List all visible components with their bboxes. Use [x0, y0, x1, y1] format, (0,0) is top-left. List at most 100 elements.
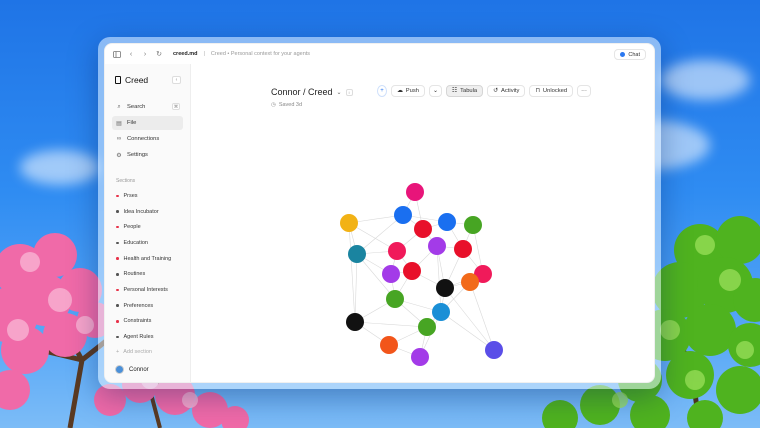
section-item[interactable]: People: [116, 219, 183, 235]
graph-node[interactable]: [464, 216, 482, 234]
graph-edge: [348, 222, 356, 323]
main-content: Connor / Creed ⌄ i ◷ Saved 3d + ☁ Push ⌄…: [191, 64, 654, 382]
section-dot: [116, 210, 119, 213]
chat-bubble-icon: [620, 52, 626, 57]
link-icon: ∞: [116, 136, 122, 142]
app-window: ‹ › ↻ creed.md | Creed • Personal contex…: [98, 37, 661, 389]
section-item[interactable]: Preferences: [116, 298, 183, 314]
section-label: Idea Incubator: [123, 208, 159, 215]
section-label: Personal Interests: [123, 286, 168, 293]
search-icon: ⌕: [117, 103, 121, 110]
graph-node[interactable]: [406, 183, 424, 201]
graph-node[interactable]: [394, 206, 412, 224]
sidebar-item-label: Settings: [127, 152, 148, 158]
section-item[interactable]: Agent Rules: [116, 329, 183, 345]
section-dot: [116, 320, 119, 323]
section-item[interactable]: Routines: [116, 266, 183, 282]
sections-list: Prses Idea Incubator People Education He…: [116, 188, 183, 360]
section-dot: [116, 335, 119, 339]
graph-node[interactable]: [346, 313, 364, 331]
shortcut-badge: ⌘: [172, 103, 180, 110]
section-dot: [116, 257, 119, 260]
section-item[interactable]: Personal Interests: [116, 282, 183, 298]
section-item[interactable]: Constraints: [116, 314, 183, 330]
knowledge-graph[interactable]: [191, 64, 655, 383]
user-name: Connor: [129, 366, 149, 373]
graph-node[interactable]: [485, 341, 503, 359]
brand[interactable]: Creed: [115, 75, 148, 85]
brand-name: Creed: [125, 75, 149, 85]
sidebar-item-settings[interactable]: ⚙ Settings: [112, 148, 183, 162]
section-dot: [116, 273, 119, 276]
graph-node[interactable]: [432, 303, 450, 321]
collapse-sidebar-button[interactable]: ‹: [172, 76, 181, 84]
add-section-button[interactable]: + Add section: [116, 345, 183, 360]
sidebar-item-search[interactable]: ⌕ Search ⌘: [112, 100, 183, 114]
refresh-icon[interactable]: ↻: [155, 50, 163, 58]
section-item[interactable]: Idea Incubator: [116, 204, 183, 220]
graph-nodes: [340, 183, 503, 366]
graph-node[interactable]: [388, 242, 406, 260]
graph-node[interactable]: [461, 273, 479, 291]
sidebar-item-label: Search: [127, 104, 146, 110]
breadcrumb-separator: |: [203, 51, 205, 57]
file-icon: ▤: [116, 120, 122, 127]
section-dot: [116, 225, 119, 229]
sidebar-item-file[interactable]: ▤ File: [112, 116, 183, 130]
section-dot: [116, 241, 119, 245]
app-window-content: ‹ › ↻ creed.md | Creed • Personal contex…: [104, 43, 655, 383]
sidebar-item-label: Connections: [127, 136, 160, 142]
section-label: Constraints: [123, 318, 152, 325]
chat-button-label: Chat: [628, 51, 640, 58]
section-label: People: [123, 224, 141, 231]
chat-button[interactable]: Chat: [614, 49, 646, 60]
graph-node[interactable]: [386, 290, 404, 308]
section-item[interactable]: Education: [116, 235, 183, 251]
plus-icon: +: [116, 349, 120, 356]
section-dot: [116, 304, 119, 307]
section-label: Routines: [123, 271, 146, 278]
section-dot: [116, 194, 119, 198]
graph-edge: [469, 281, 495, 351]
graph-node[interactable]: [382, 265, 400, 283]
section-label: Health and Training: [123, 255, 172, 262]
graph-edge: [440, 311, 495, 351]
forward-arrow-icon[interactable]: ›: [141, 50, 149, 58]
graph-node[interactable]: [411, 348, 429, 366]
graph-edge: [354, 321, 428, 328]
graph-edge: [444, 287, 495, 351]
avatar: [115, 365, 124, 374]
section-item[interactable]: Health and Training: [116, 251, 183, 267]
graph-node[interactable]: [340, 214, 358, 232]
section-label: Education: [123, 239, 148, 246]
section-item[interactable]: Prses: [116, 188, 183, 204]
graph-node[interactable]: [438, 213, 456, 231]
section-label: Prses: [123, 192, 138, 199]
sidebar-nav: ⌕ Search ⌘ ▤ File ∞ Connections ⚙ Settin…: [112, 100, 183, 164]
sidebar-item-label: File: [127, 120, 137, 126]
user-profile[interactable]: Connor: [115, 365, 149, 374]
section-label: Agent Rules: [123, 334, 154, 341]
sections-heading: Sections: [116, 178, 136, 184]
file-name: creed.md: [173, 51, 198, 57]
section-label: Preferences: [123, 302, 154, 309]
graph-node[interactable]: [348, 245, 366, 263]
creed-logo-icon: [115, 76, 121, 84]
graph-node[interactable]: [403, 262, 421, 280]
gear-icon: ⚙: [116, 152, 122, 159]
graph-node[interactable]: [414, 220, 432, 238]
sidebar: Creed ‹ ⌕ Search ⌘ ▤ File ∞ Connections: [105, 64, 191, 382]
back-arrow-icon[interactable]: ‹: [127, 50, 135, 58]
add-section-label: Add section: [123, 349, 152, 356]
graph-node[interactable]: [418, 318, 436, 336]
sidebar-toggle-icon[interactable]: [113, 50, 121, 58]
file-description: Creed • Personal context for your agents: [210, 51, 311, 57]
sidebar-item-connections[interactable]: ∞ Connections: [112, 132, 183, 146]
graph-node[interactable]: [380, 336, 398, 354]
section-dot: [116, 288, 119, 292]
graph-node[interactable]: [428, 237, 446, 255]
graph-node[interactable]: [454, 240, 472, 258]
graph-edge: [354, 253, 358, 323]
graph-node[interactable]: [436, 279, 454, 297]
window-toolbar: ‹ › ↻ creed.md | Creed • Personal contex…: [105, 44, 654, 64]
